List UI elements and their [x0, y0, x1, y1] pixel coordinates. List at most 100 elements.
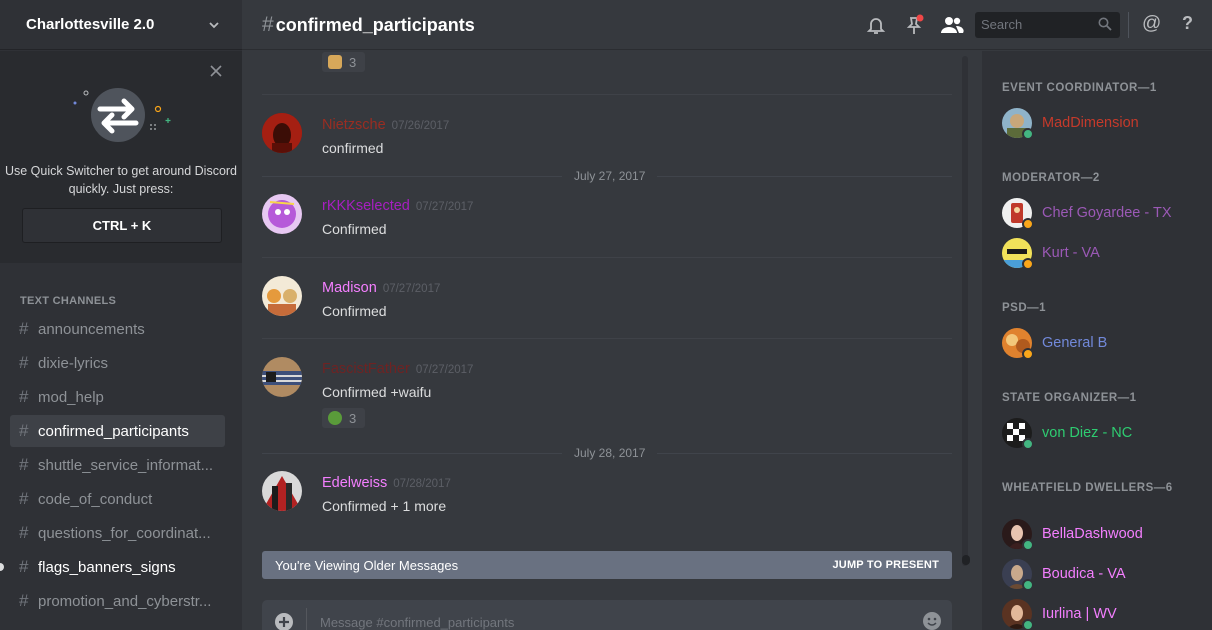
member-list-icon[interactable] [940, 14, 964, 36]
date-divider: July 27, 2017 [262, 169, 952, 183]
message-divider [262, 257, 952, 258]
member-name: Iurlina | WV [1042, 606, 1117, 622]
member-item[interactable]: Iurlina | WV [1002, 599, 1202, 630]
mentions-icon[interactable]: @ [1142, 13, 1161, 35]
message-text: Confirmed [322, 221, 387, 237]
category-text-channels[interactable]: TEXT CHANNELS [20, 295, 116, 307]
username[interactable]: rKKKselected [322, 198, 410, 214]
timestamp: 07/27/2017 [415, 201, 474, 213]
message-list[interactable]: 3 Nietzsche 07/26/2017 confirmed July 27,… [242, 51, 962, 630]
status-idle-indicator [1022, 218, 1034, 230]
member-item[interactable]: MadDimension [1002, 108, 1202, 140]
quick-switcher-icon [73, 88, 171, 142]
message-composer[interactable]: Message #confirmed_participants [262, 600, 952, 630]
search-icon [1098, 17, 1112, 31]
older-messages-text: You're Viewing Older Messages [275, 557, 459, 573]
channel-announcements[interactable]: # announcements [10, 313, 225, 345]
avatar[interactable] [262, 276, 302, 316]
bell-icon[interactable] [865, 14, 887, 36]
quick-switcher-text: Use Quick Switcher to get around Discord… [4, 164, 238, 196]
username[interactable]: Nietzsche [322, 117, 386, 133]
channel-mod-help[interactable]: # mod_help [10, 381, 225, 413]
member-name: BellaDashwood [1042, 526, 1143, 542]
member-item[interactable]: Kurt - VA [1002, 238, 1202, 270]
channel-label: confirmed_participants [38, 422, 189, 440]
server-header[interactable]: Charlottesville 2.0 [0, 0, 242, 50]
message-divider [262, 338, 952, 339]
close-icon[interactable] [210, 65, 222, 77]
scrollbar-thumb[interactable] [962, 555, 970, 565]
member-item[interactable]: von Diez - NC [1002, 418, 1202, 450]
member-name: Boudica - VA [1042, 566, 1126, 582]
hash-icon: # [19, 489, 29, 508]
hash-icon: # [19, 455, 29, 474]
member-item[interactable]: General B [1002, 328, 1202, 360]
quick-switcher-shortcut-button[interactable]: CTRL + K [22, 208, 222, 243]
status-idle-indicator [1022, 258, 1034, 270]
plus-icon[interactable] [274, 612, 294, 630]
status-online-indicator [1022, 579, 1034, 591]
channel-label: flags_banners_signs [38, 558, 176, 576]
search-placeholder: Search [981, 17, 1023, 32]
hash-icon: # [262, 12, 274, 36]
status-idle-indicator [1022, 348, 1034, 360]
message-author[interactable]: Madison 07/27/2017 [322, 280, 440, 296]
message-text: Confirmed +waifu [322, 384, 432, 400]
date-label: July 28, 2017 [562, 446, 658, 460]
channel-questions[interactable]: # questions_for_coordinat... [10, 517, 225, 549]
status-online-indicator [1022, 128, 1034, 140]
message-divider [262, 94, 952, 95]
channel-confirmed-participants[interactable]: # confirmed_participants [10, 415, 225, 447]
timestamp: 07/27/2017 [382, 283, 441, 295]
older-messages-bar[interactable]: You're Viewing Older Messages JUMP TO PR… [262, 551, 952, 579]
member-group-title: WHEATFIELD DWELLERS—6 [1002, 482, 1173, 494]
avatar[interactable] [262, 113, 302, 153]
scrollbar-track[interactable] [962, 56, 968, 566]
message-input[interactable]: Message #confirmed_participants [320, 615, 514, 630]
emoji-icon[interactable] [922, 611, 942, 630]
help-icon[interactable]: ? [1182, 13, 1193, 34]
reaction-count: 3 [349, 54, 357, 70]
jump-to-present-button[interactable]: JUMP TO PRESENT [832, 559, 939, 571]
message-text: Confirmed [322, 303, 387, 319]
member-item[interactable]: BellaDashwood [1002, 519, 1202, 551]
unread-indicator [0, 563, 4, 571]
hash-icon: # [19, 387, 29, 406]
message-author[interactable]: FascistFather 07/27/2017 [322, 361, 473, 377]
date-divider: July 28, 2017 [262, 446, 952, 460]
search-input[interactable]: Search [975, 12, 1120, 38]
member-name: von Diez - NC [1042, 425, 1133, 441]
reaction-count: 3 [349, 410, 357, 426]
hash-icon: # [19, 591, 29, 610]
avatar[interactable] [262, 194, 302, 234]
channel-promotion[interactable]: # promotion_and_cyberstr... [10, 585, 225, 617]
username[interactable]: FascistFather [322, 361, 410, 377]
member-item[interactable]: Boudica - VA [1002, 559, 1202, 591]
doge-emoji-icon [328, 55, 342, 69]
server-name: Charlottesville 2.0 [26, 16, 155, 33]
channel-flags-banners-signs[interactable]: # flags_banners_signs [10, 551, 225, 583]
message-author[interactable]: Edelweiss 07/28/2017 [322, 475, 451, 491]
avatar[interactable] [262, 357, 302, 397]
member-list: EVENT COORDINATOR—1 MadDimension MODERAT… [982, 51, 1212, 630]
pin-icon[interactable] [903, 14, 925, 36]
username[interactable]: Edelweiss [322, 475, 387, 491]
message-author[interactable]: Nietzsche 07/26/2017 [322, 117, 449, 133]
reaction[interactable]: 3 [322, 52, 365, 72]
username[interactable]: Madison [322, 280, 377, 296]
timestamp: 07/27/2017 [415, 364, 474, 376]
avatar[interactable] [262, 471, 302, 511]
channel-label: promotion_and_cyberstr... [38, 592, 212, 610]
member-name: MadDimension [1042, 115, 1139, 131]
member-group-title: STATE ORGANIZER—1 [1002, 392, 1137, 404]
status-online-indicator [1022, 539, 1034, 551]
message-author[interactable]: rKKKselected 07/27/2017 [322, 198, 473, 214]
message-text: confirmed [322, 140, 384, 156]
channel-code-of-conduct[interactable]: # code_of_conduct [10, 483, 225, 515]
channel-dixie-lyrics[interactable]: # dixie-lyrics [10, 347, 225, 379]
hash-icon: # [19, 557, 29, 576]
reaction[interactable]: 3 [322, 408, 365, 428]
channel-shuttle-service[interactable]: # shuttle_service_informat... [10, 449, 225, 481]
member-item[interactable]: Chef Goyardee - TX [1002, 198, 1202, 230]
channel-label: dixie-lyrics [38, 354, 109, 372]
